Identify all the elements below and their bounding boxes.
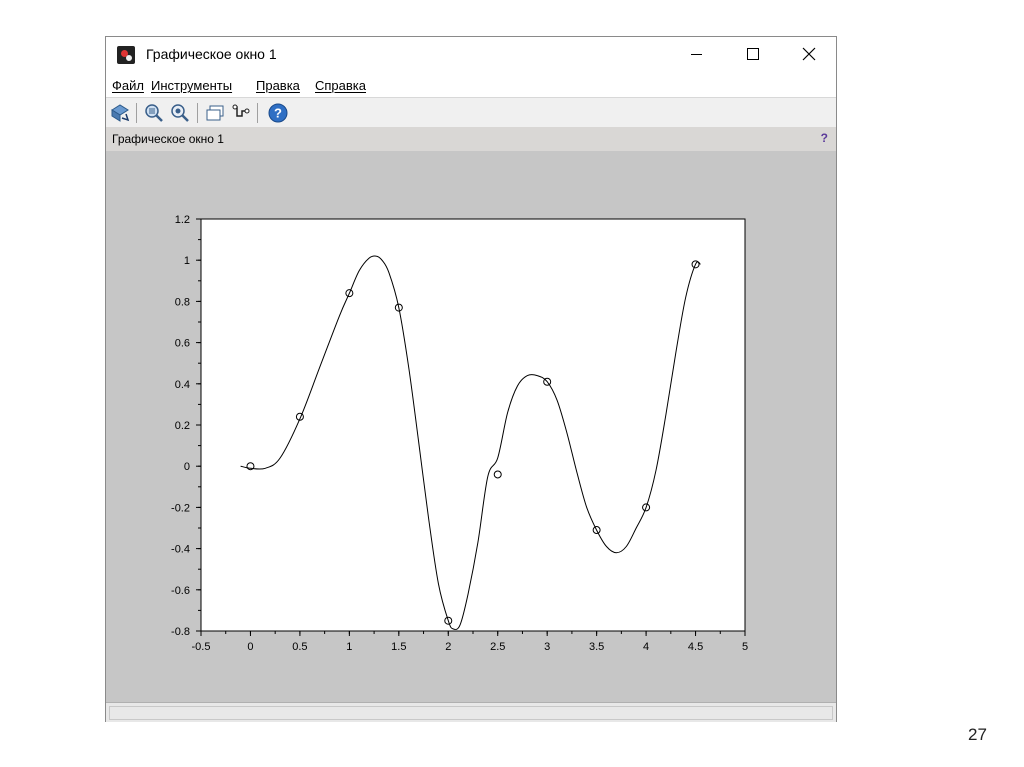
y-tick-label: 0.6 — [175, 338, 190, 350]
y-tick-label: 1.2 — [175, 214, 190, 226]
title-bar[interactable]: Графическое окно 1 — [106, 37, 836, 75]
rotate-icon[interactable] — [109, 102, 131, 124]
menu-tools[interactable]: Инструменты — [151, 78, 232, 93]
svg-text:?: ? — [274, 106, 282, 121]
maximize-icon — [747, 48, 759, 60]
zoom-icon[interactable] — [143, 102, 165, 124]
y-tick-label: -0.8 — [171, 626, 190, 638]
menu-help[interactable]: Справка — [315, 78, 366, 93]
x-tick-label: 4.5 — [688, 641, 703, 653]
x-tick-label: -0.5 — [192, 641, 211, 653]
figure-label: Графическое окно 1 — [112, 132, 224, 146]
minimize-icon — [691, 54, 702, 55]
maximize-button[interactable] — [730, 37, 776, 73]
x-tick-label: 0 — [247, 641, 253, 653]
minimize-button[interactable] — [674, 37, 720, 73]
y-tick-label: 0 — [184, 461, 190, 473]
plot-svg: -0.5 0 0.5 1 1.5 2 2.5 3 3.5 4 4.5 5 1.2 1 0.8 0.6 0.4 0.… — [171, 214, 748, 653]
app-icon — [117, 46, 135, 64]
menu-bar: Файл Инструменты Правка Справка — [106, 75, 836, 97]
x-tick-label: 5 — [742, 641, 748, 653]
y-tick-label: -0.6 — [171, 585, 190, 597]
slide-number: 27 — [968, 725, 987, 744]
y-tick-label: 0.8 — [175, 296, 190, 308]
datatip-icon[interactable] — [230, 102, 252, 124]
toolbar: ? — [106, 97, 836, 128]
figure-header: Графическое окно 1 ? — [106, 127, 836, 151]
x-tick-label: 1 — [346, 641, 352, 653]
x-tick-label: 0.5 — [292, 641, 307, 653]
x-tick-label: 2 — [445, 641, 451, 653]
y-tick-label: -0.2 — [171, 502, 190, 514]
window-icon[interactable] — [204, 102, 226, 124]
status-bar — [106, 702, 836, 722]
help-icon[interactable]: ? — [267, 102, 289, 124]
close-icon — [802, 47, 816, 61]
plot-canvas[interactable]: -0.5 0 0.5 1 1.5 2 2.5 3 3.5 4 4.5 5 1.2 1 0.8 0.6 0.4 0.… — [106, 151, 836, 702]
zoom-reset-icon[interactable] — [169, 102, 191, 124]
menu-file[interactable]: Файл — [112, 78, 144, 93]
x-tick-label: 1.5 — [391, 641, 406, 653]
window-title: Графическое окно 1 — [146, 46, 277, 62]
y-tick-label: 0.2 — [175, 420, 190, 432]
y-tick-label: 1 — [184, 255, 190, 267]
y-tick-label: -0.4 — [171, 544, 190, 556]
help-mark[interactable]: ? — [821, 131, 828, 145]
x-tick-label: 2.5 — [490, 641, 505, 653]
x-tick-label: 4 — [643, 641, 649, 653]
menu-edit[interactable]: Правка — [256, 78, 300, 93]
x-tick-label: 3.5 — [589, 641, 604, 653]
y-tick-label: 0.4 — [175, 379, 190, 391]
graphics-window: Графическое окно 1 Файл Инструменты Прав… — [105, 36, 837, 722]
close-button[interactable] — [786, 37, 832, 73]
x-tick-label: 3 — [544, 641, 550, 653]
